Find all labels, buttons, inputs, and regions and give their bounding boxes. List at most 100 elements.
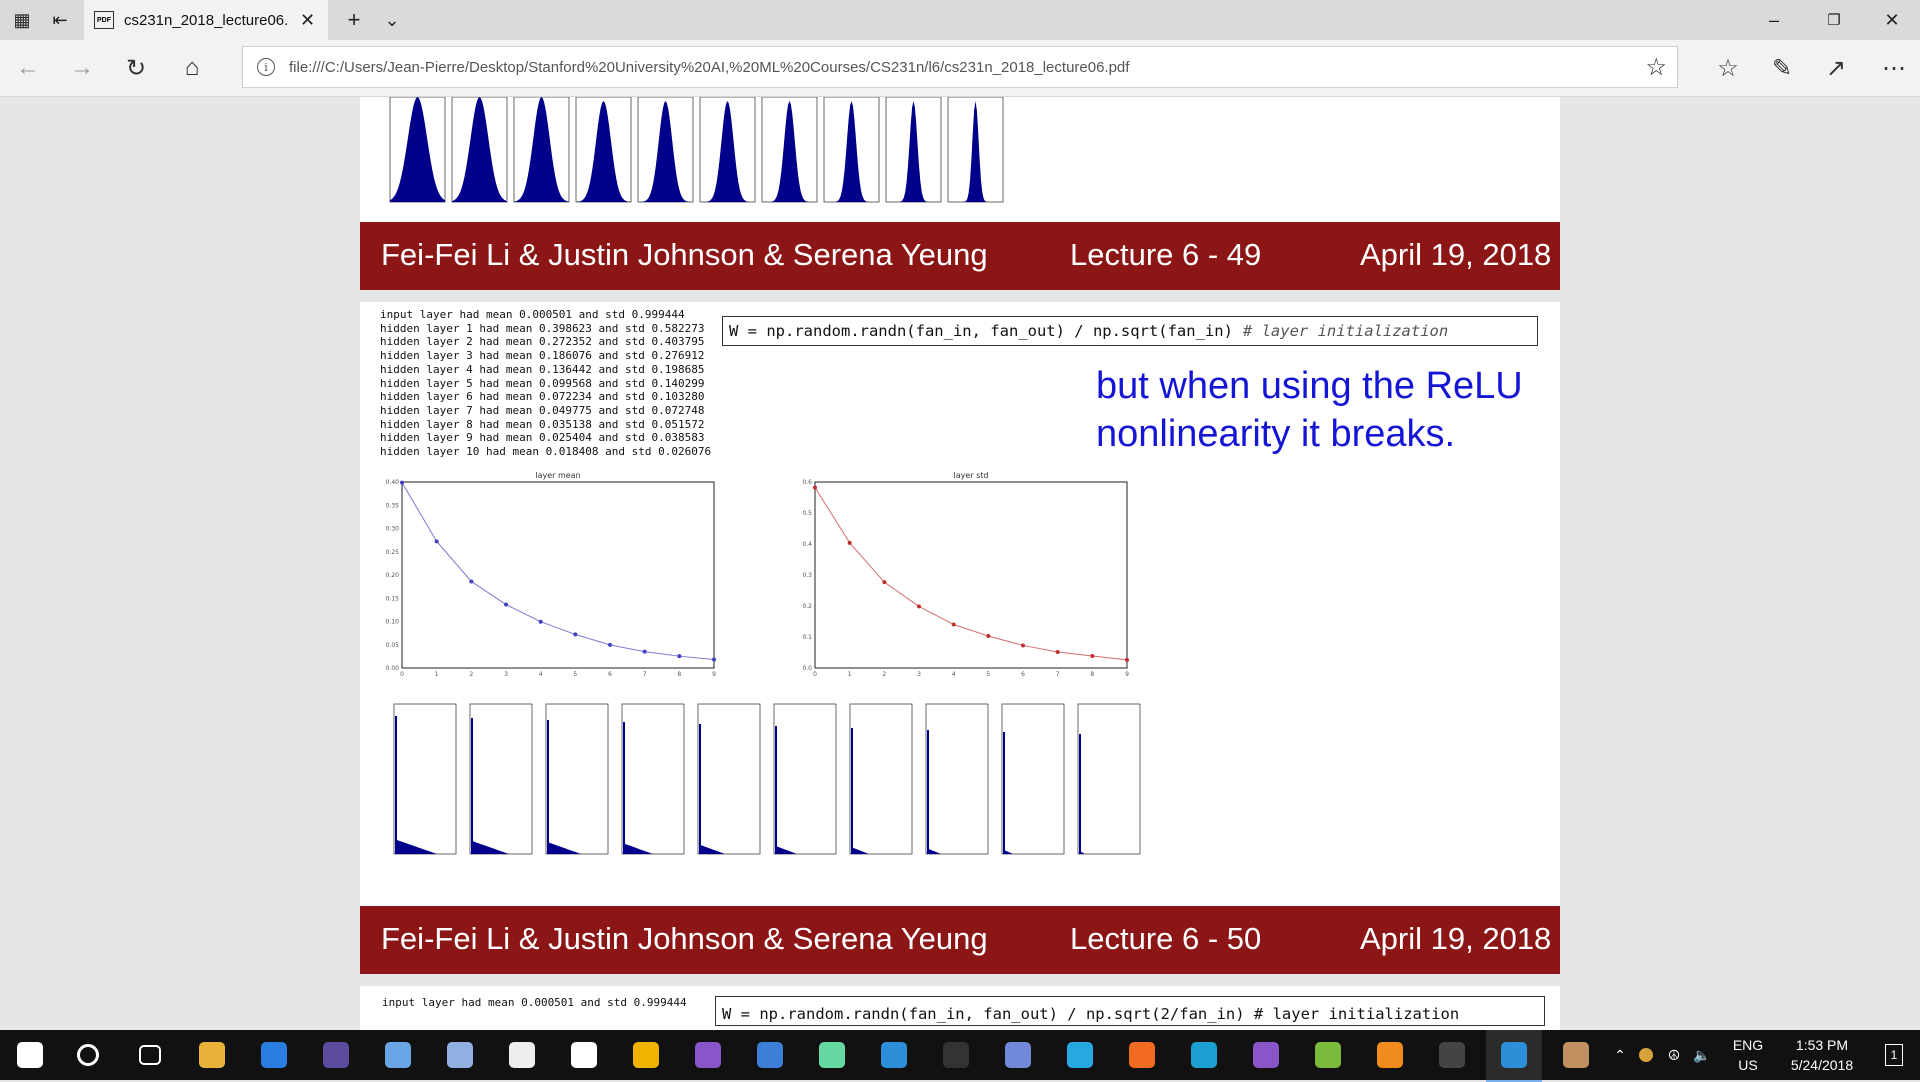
new-tab-icon[interactable]: + xyxy=(336,0,372,40)
histogram-bars xyxy=(390,97,445,202)
console-icon[interactable] xyxy=(1424,1030,1480,1080)
histogram-bars xyxy=(700,101,755,202)
windows-start-icon[interactable] xyxy=(2,1030,58,1080)
y-tick-label: 0.40 xyxy=(386,479,400,486)
stats-line: hidden layer 8 had mean 0.035138 and std… xyxy=(380,417,705,431)
histogram-bars xyxy=(514,97,569,202)
zero-spike-bar xyxy=(623,722,625,854)
histogram-tail xyxy=(473,841,509,854)
y-tick-label: 0.00 xyxy=(386,665,400,672)
paint-icon[interactable] xyxy=(1548,1030,1604,1080)
zero-spike-bar xyxy=(699,724,701,854)
clock[interactable]: 1:53 PM 5/24/2018 xyxy=(1776,1030,1868,1080)
stats-line: hidden layer 6 had mean 0.072234 and std… xyxy=(380,390,705,404)
data-point xyxy=(469,579,474,584)
back-icon[interactable]: ← xyxy=(6,40,50,96)
histogram-tail xyxy=(777,846,797,854)
tab-active[interactable]: PDF cs231n_2018_lecture06. ✕ xyxy=(84,0,328,40)
vs2-icon[interactable] xyxy=(1238,1030,1294,1080)
slide-51-stats: input layer had mean 0.000501 and std 0.… xyxy=(382,996,687,1009)
pdf-viewer[interactable]: Fei-Fei Li & Justin Johnson & Serena Yeu… xyxy=(0,97,1920,1030)
notepad-icon[interactable] xyxy=(742,1030,798,1080)
favorite-star-icon[interactable]: ☆ xyxy=(1645,53,1667,82)
data-point xyxy=(1090,654,1095,659)
slide-51: input layer had mean 0.000501 and std 0.… xyxy=(360,986,1560,1030)
terminal-icon[interactable] xyxy=(928,1030,984,1080)
edge-icon[interactable] xyxy=(1486,1030,1542,1082)
home-icon[interactable]: ⌂ xyxy=(170,40,214,96)
action-center-icon[interactable]: 1 xyxy=(1872,1030,1916,1080)
minimize-icon[interactable]: – xyxy=(1746,0,1802,40)
chrome-icon[interactable] xyxy=(618,1030,674,1080)
discord-icon[interactable] xyxy=(990,1030,1046,1080)
atom-icon[interactable] xyxy=(804,1030,860,1080)
more-icon[interactable]: ⋯ xyxy=(1872,40,1916,96)
histogram-frame xyxy=(697,703,761,855)
sticky-icon[interactable] xyxy=(556,1030,612,1080)
y-tick-label: 0.15 xyxy=(386,595,400,602)
data-point xyxy=(642,649,647,654)
x-tick-label: 6 xyxy=(608,671,612,678)
file-explorer-icon[interactable] xyxy=(184,1030,240,1080)
obs-icon[interactable] xyxy=(494,1030,550,1080)
vlc-icon[interactable] xyxy=(1362,1030,1418,1080)
language-indicator[interactable]: ENG US xyxy=(1726,1030,1770,1080)
volume-icon[interactable]: 🔈 xyxy=(1690,1030,1714,1080)
data-point xyxy=(1021,643,1025,648)
slide-50: input layer had mean 0.000501 and std 0.… xyxy=(360,302,1560,974)
zero-spike-bar xyxy=(471,718,473,854)
jetbrains-icon[interactable] xyxy=(1176,1030,1232,1080)
footer-authors: Fei-Fei Li & Justin Johnson & Serena Yeu… xyxy=(381,921,988,956)
data-point xyxy=(573,632,578,637)
tab-actions-icon[interactable]: ▦ xyxy=(4,0,40,40)
refresh-icon[interactable]: ↻ xyxy=(114,40,158,96)
annotation-note: but when using the ReLU nonlinearity it … xyxy=(1096,362,1556,458)
web-note-icon[interactable]: ✎ xyxy=(1760,40,1804,96)
x-tick-label: 7 xyxy=(643,671,647,678)
vscode-icon[interactable] xyxy=(866,1030,922,1080)
restore-icon[interactable]: ❐ xyxy=(1806,0,1862,40)
search-circle-icon[interactable] xyxy=(60,1030,116,1080)
tray-chevron-icon[interactable]: ⌃ xyxy=(1608,1030,1632,1080)
x-tick-label: 5 xyxy=(573,671,577,678)
x-tick-label: 0 xyxy=(400,671,404,678)
visual-studio-icon[interactable] xyxy=(680,1030,736,1080)
close-tab-icon[interactable]: ✕ xyxy=(300,10,315,31)
docker-icon[interactable] xyxy=(1052,1030,1108,1080)
wifi-icon[interactable]: ☮ xyxy=(1662,1030,1686,1080)
set-aside-tabs-icon[interactable]: ⇤ xyxy=(42,0,78,40)
footer-date: April 19, 2018 xyxy=(1360,921,1552,956)
origin-icon[interactable] xyxy=(1114,1030,1170,1080)
pdf-icon: PDF xyxy=(94,11,114,29)
stats-line: hidden layer 7 had mean 0.049775 and std… xyxy=(380,403,705,417)
favorites-hub-icon[interactable]: ☆ xyxy=(1706,40,1750,96)
code-text: W = np.random.randn(fan_in, fan_out) / n… xyxy=(729,322,1233,340)
eclipse-icon[interactable] xyxy=(308,1030,364,1080)
box-icon[interactable] xyxy=(370,1030,426,1080)
info-icon[interactable]: i xyxy=(257,58,275,76)
x-tick-label: 2 xyxy=(469,671,473,678)
task-view-icon[interactable] xyxy=(122,1030,178,1080)
gimp-icon[interactable] xyxy=(1300,1030,1356,1080)
histogram-tail xyxy=(1081,851,1085,854)
share-icon[interactable]: ↗ xyxy=(1814,40,1858,96)
y-tick-label: 0.1 xyxy=(802,634,812,641)
box-icon-2[interactable] xyxy=(432,1030,488,1080)
data-point xyxy=(538,619,543,624)
chevron-down-icon[interactable]: ⌄ xyxy=(374,0,410,40)
store-icon[interactable] xyxy=(246,1030,302,1080)
chart-title: layer mean xyxy=(535,471,580,480)
histogram-bars xyxy=(948,101,1003,202)
lang-code: ENG xyxy=(1732,1037,1764,1053)
close-window-icon[interactable]: ✕ xyxy=(1864,0,1920,40)
address-bar[interactable]: i file:///C:/Users/Jean-Pierre/Desktop/S… xyxy=(242,46,1678,88)
data-point xyxy=(677,654,682,659)
zero-spike-bar xyxy=(1003,732,1005,854)
histogram-frame xyxy=(621,703,685,855)
weather-icon[interactable] xyxy=(1634,1030,1658,1080)
data-point xyxy=(951,622,956,627)
forward-icon[interactable]: → xyxy=(60,40,104,96)
x-tick-label: 0 xyxy=(813,671,817,678)
zero-spike-bar xyxy=(395,716,397,854)
x-tick-label: 1 xyxy=(435,671,439,678)
